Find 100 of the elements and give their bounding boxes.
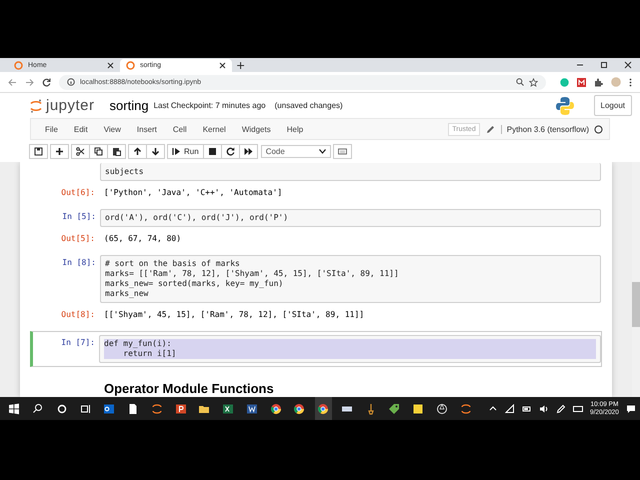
menu-item[interactable]: File [37, 124, 66, 134]
menu-item[interactable]: Help [278, 124, 312, 134]
notebook-cell[interactable]: subjects [33, 162, 602, 185]
slides-app-icon[interactable] [174, 402, 187, 414]
new-tab-button[interactable]: + [232, 60, 250, 72]
pen-icon[interactable] [556, 404, 566, 414]
puzzle-icon[interactable] [594, 78, 603, 86]
star-icon[interactable] [529, 78, 538, 86]
code-line: marks_new= sorted(marks, key= my_fun) [105, 279, 284, 289]
menu-item[interactable]: Insert [128, 124, 165, 134]
python-logo-icon [554, 96, 575, 116]
circle-icon[interactable] [56, 402, 68, 414]
code-line: marks= [['Ram', 78, 12], ['Shyam', 45, 15], ['SIta', 89, 11]] [105, 269, 400, 279]
tag-icon[interactable] [388, 402, 400, 414]
kernel-status-icon [594, 124, 603, 134]
up-arrow-icon [133, 146, 142, 156]
clipboard-icon [112, 146, 121, 156]
browser-icon[interactable] [317, 402, 330, 414]
stop-icon [208, 146, 217, 156]
fast-forward-button[interactable] [238, 144, 258, 158]
logo-icon [30, 98, 42, 112]
browser-icon[interactable] [293, 402, 306, 414]
cell-output: (65, 67, 74, 80) [103, 234, 182, 244]
notebook-cell[interactable]: In [8]: # sort on the basis of marks marks= [['Ram', 78, 12], ['Shyam', 45, 15], ['SIta', 89, 11]] marks_new= sorted(marks, key= my_fun) marks_new [33, 251, 602, 307]
stop-button[interactable] [202, 144, 222, 158]
notebook-name[interactable]: sorting [110, 98, 149, 113]
code-line: ord('A'), ord('C'), ord('J'), ord('P') [105, 213, 290, 223]
kernel-name[interactable]: Python 3.6 (tensorflow) [500, 124, 594, 134]
letter-extension-icon[interactable] [577, 78, 586, 86]
code-line: marks_new [105, 289, 150, 299]
restart-button[interactable] [220, 144, 240, 158]
input-prompt: In [7]: [60, 337, 96, 348]
reload-icon[interactable] [42, 78, 51, 86]
close-icon[interactable] [107, 62, 114, 69]
pencil-icon[interactable] [486, 124, 495, 134]
notebook-cell[interactable]: In [7]: def my_fun(i): return i[1] [30, 331, 602, 367]
close-icon[interactable] [624, 61, 632, 69]
menu-item[interactable]: Widgets [234, 124, 279, 134]
word-app-icon[interactable] [246, 402, 258, 414]
run-icon [172, 146, 181, 156]
code-editor[interactable]: def my_fun(i): return i[1] [99, 335, 601, 363]
menu-item[interactable]: Cell [164, 124, 195, 134]
copy-button[interactable] [89, 144, 108, 158]
input-prompt: In [5]: [61, 211, 97, 222]
page-icon [14, 61, 23, 70]
restore-icon[interactable] [600, 61, 608, 69]
code-editor[interactable]: # sort on the basis of marks marks= [['Ram', 78, 12], ['Shyam', 45, 15], ['SIta', 89, 11]] marks_new= sorted(marks, key= my_fun) marks_new [100, 255, 601, 303]
restart-icon [226, 146, 235, 156]
browser-icon[interactable] [270, 402, 282, 414]
plus-icon [55, 146, 64, 156]
keyboard-button[interactable] [332, 144, 352, 158]
keyboard-icon [338, 146, 347, 156]
sticky-note-icon[interactable] [412, 402, 424, 414]
network-icon[interactable] [505, 404, 515, 414]
search-icon[interactable] [32, 402, 44, 414]
keyboard-icon[interactable] [573, 404, 583, 414]
document-icon[interactable] [127, 402, 140, 414]
cell-output: [['Shyam', 45, 15], ['Ram', 78, 12], ['SIta', 89, 11]] [103, 310, 364, 320]
mail-app-icon[interactable] [103, 402, 116, 414]
fast-forward-icon [244, 146, 253, 156]
ring-icon[interactable] [460, 402, 472, 414]
menu-item[interactable]: View [96, 124, 129, 134]
zoom-icon[interactable] [516, 78, 524, 86]
cell-type-dropdown[interactable]: Code [260, 144, 331, 158]
notification-icon[interactable] [626, 404, 636, 414]
menu-item[interactable]: Kernel [194, 124, 234, 134]
forward-arrow-icon[interactable] [25, 78, 34, 86]
more-icon[interactable] [629, 78, 632, 86]
scrollbar-thumb[interactable] [632, 282, 640, 327]
cut-button[interactable] [71, 144, 90, 158]
code-editor[interactable]: subjects [100, 163, 601, 181]
unsaved-text: (unsaved changes) [274, 101, 343, 110]
battery-icon[interactable] [522, 404, 532, 414]
back-arrow-icon[interactable] [8, 78, 17, 86]
ring-icon[interactable] [150, 402, 163, 414]
move-up-button[interactable] [128, 144, 147, 158]
aperture-icon[interactable] [436, 402, 448, 414]
run-button[interactable]: Run [167, 144, 204, 158]
speaker-icon[interactable] [539, 404, 549, 414]
logo-text: jupyter [46, 97, 95, 114]
notebook-cell[interactable]: In [5]: ord('A'), ord('C'), ord('J'), ord('P') [33, 205, 602, 231]
save-button[interactable] [29, 144, 48, 158]
scissors-icon [76, 146, 85, 156]
close-icon[interactable] [219, 62, 226, 69]
start-icon[interactable] [8, 402, 20, 414]
add-cell-button[interactable] [50, 144, 69, 158]
move-down-button[interactable] [146, 144, 165, 158]
save-icon [34, 146, 43, 156]
copy-icon [94, 146, 103, 156]
section-heading: Operator Module Functions [103, 380, 274, 396]
output-prompt: Out[5]: [60, 234, 96, 244]
spreadsheet-app-icon[interactable] [222, 402, 234, 414]
code-editor[interactable]: ord('A'), ord('C'), ord('J'), ord('P') [100, 209, 601, 227]
task-view-icon[interactable] [80, 402, 92, 414]
info-icon [67, 78, 75, 86]
menu-item[interactable]: Edit [66, 124, 96, 134]
output-prompt: Out[6]: [60, 188, 96, 198]
input-prompt: In [8]: [61, 257, 97, 268]
paste-button[interactable] [107, 144, 126, 158]
logout-button[interactable]: Logout [594, 95, 632, 116]
